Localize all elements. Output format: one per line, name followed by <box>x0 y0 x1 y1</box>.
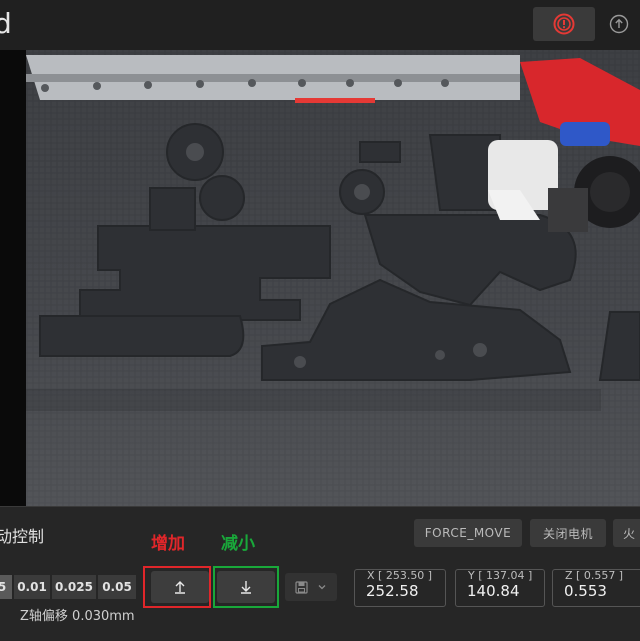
decrease-highlight-box <box>213 566 279 608</box>
z-position-value: 0.553 <box>564 582 607 600</box>
annotation-decrease: 减小 <box>221 534 255 554</box>
step-option[interactable]: 0.05 <box>98 575 136 599</box>
increase-highlight-box <box>143 566 211 608</box>
toolhead-control-panel: 动控制 FORCE_MOVE 关闭电机 火 增加 减小 5 0.01 0.025… <box>0 506 640 641</box>
chevron-down-icon <box>318 585 326 590</box>
save-icon <box>295 580 308 594</box>
step-size-selector: 5 0.01 0.025 0.05 <box>0 575 138 599</box>
z-position-label: Z [ 0.557 ] <box>565 569 624 582</box>
x-position-label: X [ 253.50 ] <box>367 569 433 582</box>
motors-off-button[interactable]: 关闭电机 <box>530 519 606 547</box>
z-offset-save-dropdown[interactable] <box>285 573 337 601</box>
z-position-field[interactable]: Z [ 0.557 ] 0.553 <box>552 569 640 607</box>
step-option[interactable]: 5 <box>0 575 12 599</box>
z-offset-value: 0.030mm <box>72 609 135 624</box>
annotation-increase: 增加 <box>151 534 185 554</box>
y-position-field[interactable]: Y [ 137.04 ] 140.84 <box>455 569 545 607</box>
extra-action-button[interactable]: 火 <box>613 519 640 547</box>
z-offset-label: Z轴偏移 <box>20 609 68 624</box>
step-option[interactable]: 0.025 <box>52 575 96 599</box>
x-position-value: 252.58 <box>366 582 419 600</box>
step-option[interactable]: 0.01 <box>14 575 50 599</box>
printer-camera-image <box>25 50 640 506</box>
top-bar: d <box>0 0 640 50</box>
force-move-button[interactable]: FORCE_MOVE <box>414 519 522 547</box>
webcam-view <box>0 50 640 506</box>
y-position-value: 140.84 <box>467 582 520 600</box>
app-title: d <box>0 7 12 40</box>
camera-left-border <box>0 50 26 506</box>
upload-button[interactable] <box>608 13 630 35</box>
y-position-label: Y [ 137.04 ] <box>468 569 533 582</box>
emergency-stop-button[interactable] <box>533 7 595 41</box>
upload-icon <box>609 14 629 34</box>
panel-title: 动控制 <box>0 527 45 546</box>
emergency-stop-icon <box>553 13 575 35</box>
z-offset-readout: Z轴偏移 0.030mm <box>20 605 135 624</box>
x-position-field[interactable]: X [ 253.50 ] 252.58 <box>354 569 446 607</box>
